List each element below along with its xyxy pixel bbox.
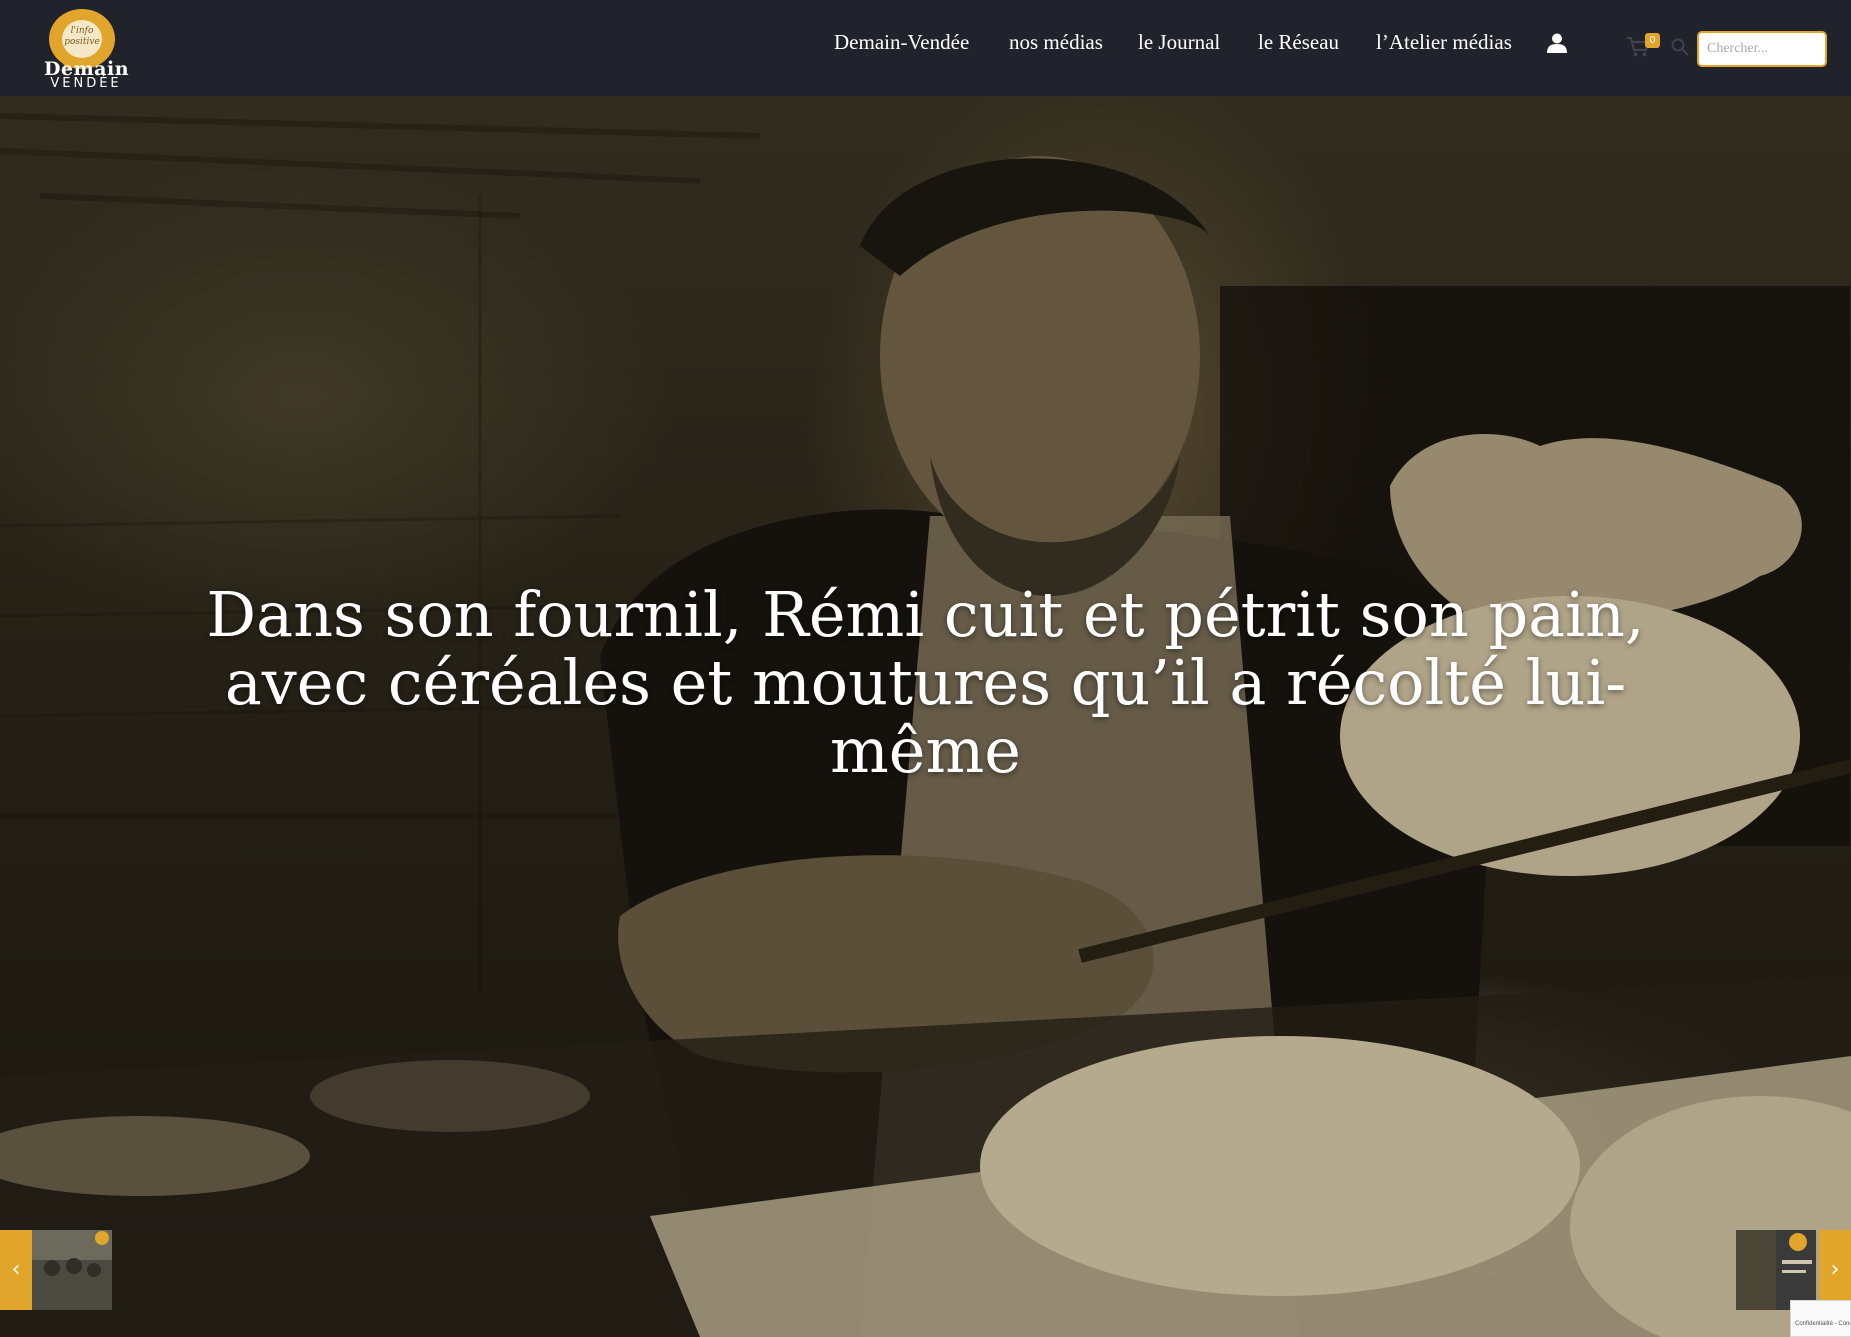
- chevron-right-icon: ›: [1819, 1230, 1851, 1310]
- hero-slider: Dans son fournil, Rémi cuit et pétrit so…: [0, 96, 1851, 1337]
- logo-tagline: l'info positive: [62, 20, 102, 58]
- cart-count-badge: 0: [1645, 33, 1660, 48]
- site-header: l'info positive Demain VENDÉE Demain-Ven…: [0, 0, 1851, 96]
- site-logo[interactable]: l'info positive Demain VENDÉE: [40, 6, 130, 91]
- search-input[interactable]: [1697, 31, 1827, 67]
- next-slide-button[interactable]: ›: [1736, 1230, 1851, 1310]
- nav-item-le-reseau[interactable]: le Réseau: [1258, 30, 1339, 55]
- prev-slide-button[interactable]: ‹: [0, 1230, 112, 1310]
- recaptcha-badge[interactable]: Confidentialité - Conditions: [1790, 1300, 1851, 1337]
- chevron-left-icon: ‹: [0, 1230, 32, 1310]
- search-icon[interactable]: [1671, 38, 1689, 56]
- nav-item-demain-vendee[interactable]: Demain-Vendée: [834, 30, 969, 55]
- nav-item-atelier-medias[interactable]: l’Atelier médias: [1376, 30, 1512, 55]
- hero-title: Dans son fournil, Rémi cuit et pétrit so…: [206, 578, 1645, 787]
- prev-slide-thumbnail: [32, 1230, 112, 1310]
- logo-word-vendee: VENDÉE: [50, 76, 122, 91]
- user-icon[interactable]: [1546, 32, 1568, 54]
- nav-item-nos-medias[interactable]: nos médias: [1009, 30, 1103, 55]
- next-slide-thumbnail: [1736, 1230, 1816, 1310]
- nav-item-le-journal[interactable]: le Journal: [1138, 30, 1220, 55]
